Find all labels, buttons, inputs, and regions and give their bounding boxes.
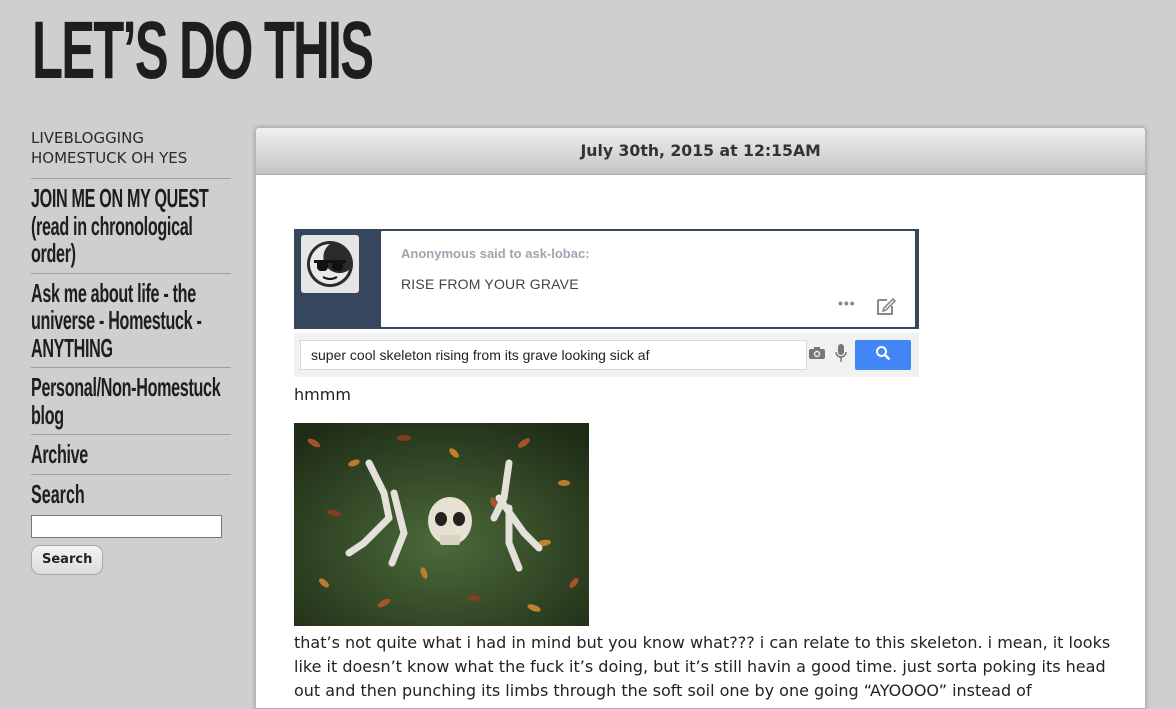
- ask-screenshot-image: Anonymous said to ask-lobac: RISE FROM Y…: [294, 229, 919, 377]
- post-body-text: that’s not quite what i had in mind but …: [294, 633, 1111, 700]
- post: July 30th, 2015 at 12:15AM Anonymous sai…: [255, 127, 1146, 709]
- site-title[interactable]: LET’S DO THIS: [32, 6, 374, 96]
- google-search-box: super cool skeleton rising from its grav…: [300, 340, 807, 370]
- sidebar-link-ask[interactable]: Ask me about life - the universe - Homes…: [31, 274, 231, 368]
- search-input[interactable]: [31, 514, 222, 538]
- sunglasses-avatar-icon: [301, 235, 359, 293]
- ask-sender: Anonymous said to ask-lobac:: [401, 246, 590, 261]
- skeleton-photo-image: [294, 423, 589, 626]
- more-dots-icon: •••: [838, 295, 856, 311]
- sidebar-link-label: Personal/Non-Homestuck blog: [31, 372, 221, 430]
- sidebar-link-label: Ask me about life - the universe - Homes…: [31, 277, 202, 363]
- camera-icon: [808, 345, 826, 364]
- ask-panel: Anonymous said to ask-lobac: RISE FROM Y…: [294, 229, 919, 329]
- search-heading: Search: [31, 478, 85, 509]
- google-search-bar: super cool skeleton rising from its grav…: [294, 333, 919, 377]
- edit-icon: [875, 295, 897, 321]
- post-caption: hmmm: [294, 385, 351, 404]
- google-search-query: super cool skeleton rising from its grav…: [311, 347, 650, 363]
- google-search-button: [855, 340, 911, 370]
- post-date[interactable]: July 30th, 2015 at 12:15AM: [580, 128, 820, 174]
- post-header: July 30th, 2015 at 12:15AM: [256, 128, 1145, 175]
- post-body: Anonymous said to ask-lobac: RISE FROM Y…: [294, 229, 1114, 703]
- sidebar-link-label: JOIN ME ON MY QUEST (read in chronologic…: [31, 183, 209, 268]
- sidebar-link-quest[interactable]: JOIN ME ON MY QUEST (read in chronologic…: [31, 179, 231, 274]
- sidebar-link-label: Archive: [31, 439, 88, 469]
- microphone-icon: [835, 343, 847, 367]
- ask-question: RISE FROM YOUR GRAVE: [401, 276, 579, 292]
- sidebar-link-personal-blog[interactable]: Personal/Non-Homestuck blog: [31, 368, 231, 435]
- search-magnifier-icon: [875, 345, 891, 365]
- search-button[interactable]: Search: [31, 544, 104, 575]
- blog-description: LIVEBLOGGING HOMESTUCK OH YES: [31, 128, 231, 179]
- ask-bubble: Anonymous said to ask-lobac: RISE FROM Y…: [380, 230, 916, 328]
- sidebar: LIVEBLOGGING HOMESTUCK OH YES JOIN ME ON…: [31, 128, 231, 575]
- sidebar-link-archive[interactable]: Archive: [31, 435, 231, 475]
